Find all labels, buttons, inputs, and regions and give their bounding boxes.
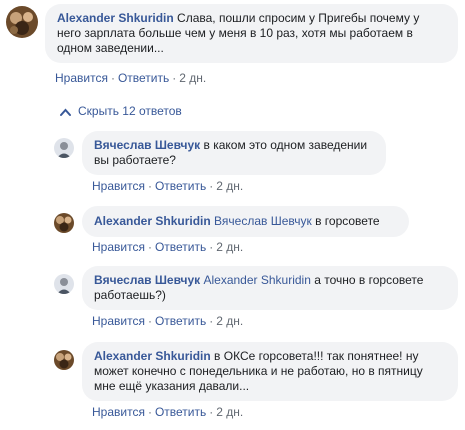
- like-button[interactable]: Нравится: [92, 240, 145, 254]
- reply-timestamp[interactable]: 2 дн.: [216, 179, 243, 193]
- separator-dot: ·: [147, 240, 152, 254]
- reply-button[interactable]: Ответить: [155, 405, 206, 419]
- like-button[interactable]: Нравится: [92, 179, 145, 193]
- reply-actions: Нравится · Ответить · 2 дн.: [92, 405, 243, 419]
- avatar-vyacheslav[interactable]: [54, 138, 74, 158]
- reply-timestamp[interactable]: 2 дн.: [216, 405, 243, 419]
- like-button[interactable]: Нравится: [92, 405, 145, 419]
- comment-actions: Нравится · Ответить · 2 дн.: [55, 71, 206, 85]
- reply-bubble: Alexander Shkuridin в ОКСе горсовета!!! …: [82, 342, 458, 401]
- comment-author[interactable]: Alexander Shkuridin: [57, 11, 174, 25]
- avatar-photo: [54, 350, 74, 370]
- separator-dot: ·: [172, 71, 177, 85]
- comment-timestamp[interactable]: 2 дн.: [179, 71, 206, 85]
- hide-replies-button[interactable]: Скрыть 12 ответов: [59, 104, 182, 118]
- avatar-photo: [54, 138, 74, 158]
- like-button[interactable]: Нравится: [55, 71, 108, 85]
- separator-dot: ·: [209, 240, 214, 254]
- like-button[interactable]: Нравится: [92, 314, 145, 328]
- reply-author[interactable]: Alexander Shkuridin: [94, 214, 211, 228]
- reply-mention[interactable]: Вячеслав Шевчук: [214, 214, 312, 228]
- reply-button[interactable]: Ответить: [155, 240, 206, 254]
- separator-dot: ·: [209, 405, 214, 419]
- comment-bubble: Alexander Shkuridin Слава, пошли спросим…: [45, 4, 458, 63]
- reply-author[interactable]: Вячеслав Шевчук: [94, 138, 200, 152]
- avatar-photo: [6, 6, 38, 38]
- reply-mention[interactable]: Alexander Shkuridin: [203, 273, 310, 287]
- separator-dot: ·: [147, 314, 152, 328]
- hide-replies-label: Скрыть 12 ответов: [78, 104, 182, 118]
- avatar-alexander[interactable]: [54, 213, 74, 233]
- avatar-photo: [54, 213, 74, 233]
- reply-bubble: Alexander Shkuridin Вячеслав Шевчук в го…: [82, 206, 409, 237]
- avatar-vyacheslav[interactable]: [54, 274, 74, 294]
- separator-dot: ·: [209, 314, 214, 328]
- reply-button[interactable]: Ответить: [155, 179, 206, 193]
- reply-author[interactable]: Alexander Shkuridin: [94, 349, 211, 363]
- reply-actions: Нравится · Ответить · 2 дн.: [92, 314, 243, 328]
- reply-text: в горсовете: [315, 214, 380, 228]
- reply-bubble: Вячеслав Шевчук в каком это одном заведе…: [82, 131, 386, 175]
- reply-button[interactable]: Ответить: [118, 71, 169, 85]
- reply-button[interactable]: Ответить: [155, 314, 206, 328]
- reply-timestamp[interactable]: 2 дн.: [216, 240, 243, 254]
- reply-timestamp[interactable]: 2 дн.: [216, 314, 243, 328]
- reply-author[interactable]: Вячеслав Шевчук: [94, 273, 200, 287]
- avatar-alexander[interactable]: [6, 6, 38, 38]
- reply-actions: Нравится · Ответить · 2 дн.: [92, 179, 243, 193]
- separator-dot: ·: [110, 71, 115, 85]
- separator-dot: ·: [209, 179, 214, 193]
- chevron-up-icon: [59, 106, 72, 116]
- avatar-photo: [54, 274, 74, 294]
- avatar-alexander[interactable]: [54, 350, 74, 370]
- separator-dot: ·: [147, 179, 152, 193]
- reply-bubble: Вячеслав Шевчук Alexander Shkuridin а то…: [82, 266, 458, 310]
- separator-dot: ·: [147, 405, 152, 419]
- reply-actions: Нравится · Ответить · 2 дн.: [92, 240, 243, 254]
